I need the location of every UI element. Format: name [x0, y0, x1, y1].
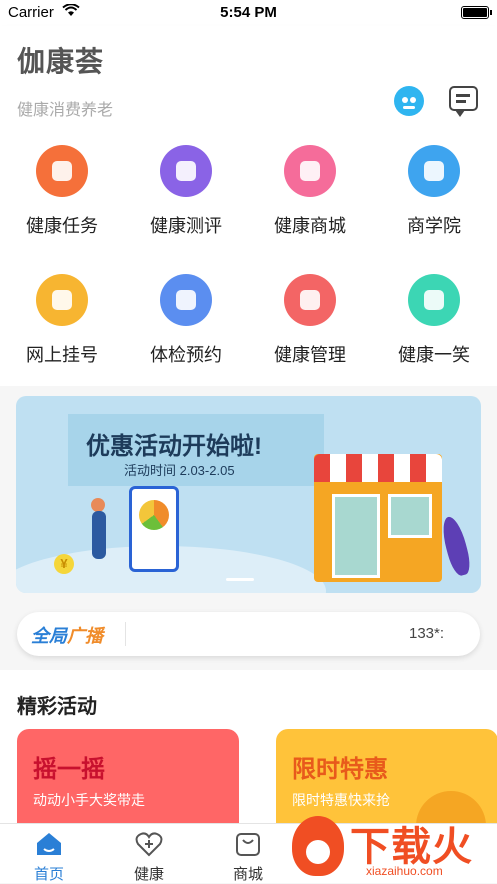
- shopping-bag-icon: [284, 145, 336, 197]
- grid-item-health-assessment[interactable]: 健康测评: [124, 130, 248, 250]
- watermark-url: xiazaihuo.com: [366, 864, 443, 878]
- grid-item-label: 网上挂号: [26, 345, 98, 365]
- broadcast-logo: 全局广播: [31, 622, 103, 648]
- broadcast-text: 133*:: [409, 625, 445, 642]
- grid-item-health-smile[interactable]: 健康一笑: [372, 259, 496, 379]
- grid-item-health-management[interactable]: 健康管理: [248, 259, 372, 379]
- status-time: 5:54 PM: [220, 4, 277, 21]
- task-icon: [36, 145, 88, 197]
- grid-item-health-task[interactable]: 健康任务: [0, 130, 124, 250]
- layers-icon: [284, 274, 336, 326]
- app-subtitle: 健康消费养老: [17, 102, 114, 119]
- robot-eye: [402, 97, 408, 103]
- grid-item-online-registration[interactable]: 网上挂号: [0, 259, 124, 379]
- tab-label: 商城: [232, 866, 263, 883]
- message-icon[interactable]: [449, 86, 478, 117]
- grid-item-label: 健康管理: [274, 345, 346, 365]
- activity-card-subtitle: 限时特惠快来抢: [292, 792, 390, 808]
- watermark: 下载火 xiazaihuo.com: [292, 810, 492, 883]
- tab-health[interactable]: 健康: [117, 824, 181, 884]
- person-illustration: [92, 511, 106, 559]
- grid-item-business-school[interactable]: 商学院: [372, 130, 496, 250]
- app-title: 伽康荟: [17, 46, 105, 77]
- tab-label: 首页: [33, 866, 64, 883]
- broadcast-ticker[interactable]: 全局广播 133*:: [17, 612, 480, 656]
- promo-banner[interactable]: 优惠活动开始啦! 活动时间 2.03-2.05 ¥: [16, 396, 481, 593]
- status-bar: Carrier 5:54 PM: [0, 0, 497, 26]
- coin-icon: ¥: [54, 554, 74, 574]
- broadcast-logo-accent: 广播: [67, 626, 103, 646]
- school-icon: [408, 145, 460, 197]
- activity-card-subtitle: 动动小手大奖带走: [33, 792, 145, 808]
- grid-item-label: 体检预约: [150, 345, 222, 365]
- grid-item-label: 商学院: [407, 216, 461, 236]
- divider: [125, 622, 126, 646]
- feature-grid: 健康任务 健康测评 健康商城 商学院 网上挂号 体检预约 健康管理 健康一笑: [0, 130, 497, 386]
- grid-item-label: 健康测评: [150, 216, 222, 236]
- robot-eye: [410, 97, 416, 103]
- assessment-icon: [160, 145, 212, 197]
- section-title: 精彩活动: [17, 696, 97, 718]
- message-line: [456, 100, 466, 103]
- battery-icon: [461, 6, 492, 19]
- banner-date: 活动时间 2.03-2.05: [124, 463, 235, 478]
- calendar-icon: [36, 274, 88, 326]
- checkup-icon: [160, 274, 212, 326]
- activity-card-title: 摇一摇: [33, 756, 105, 783]
- pie-illustration: [139, 500, 169, 530]
- grid-item-health-mall[interactable]: 健康商城: [248, 130, 372, 250]
- shop-door: [332, 494, 380, 578]
- shop-awning: [314, 454, 442, 482]
- message-line: [456, 94, 470, 97]
- carousel-indicator-active[interactable]: [226, 578, 254, 581]
- banner-title: 优惠活动开始啦!: [86, 433, 262, 460]
- tab-label: 健康: [133, 866, 164, 883]
- tab-shop[interactable]: 商城: [216, 824, 280, 884]
- smile-icon: [408, 274, 460, 326]
- shop-window: [388, 494, 432, 538]
- shop-icon: [236, 833, 260, 856]
- grid-item-label: 健康一笑: [398, 345, 470, 365]
- grid-item-label: 健康商城: [274, 216, 346, 236]
- person-head: [91, 498, 105, 512]
- leaf-illustration: [438, 514, 474, 578]
- home-icon: [37, 833, 61, 855]
- activity-card-title: 限时特惠: [292, 756, 388, 783]
- robot-assistant-icon[interactable]: [394, 86, 424, 116]
- app-header: 伽康荟 健康消费养老: [0, 26, 497, 130]
- download-icon: [306, 840, 330, 864]
- tab-home[interactable]: 首页: [17, 824, 81, 884]
- health-icon: [135, 832, 163, 857]
- robot-mouth: [403, 106, 415, 109]
- broadcast-logo-main: 全局: [31, 626, 67, 646]
- grid-item-checkup-booking[interactable]: 体检预约: [124, 259, 248, 379]
- grid-item-label: 健康任务: [26, 216, 98, 236]
